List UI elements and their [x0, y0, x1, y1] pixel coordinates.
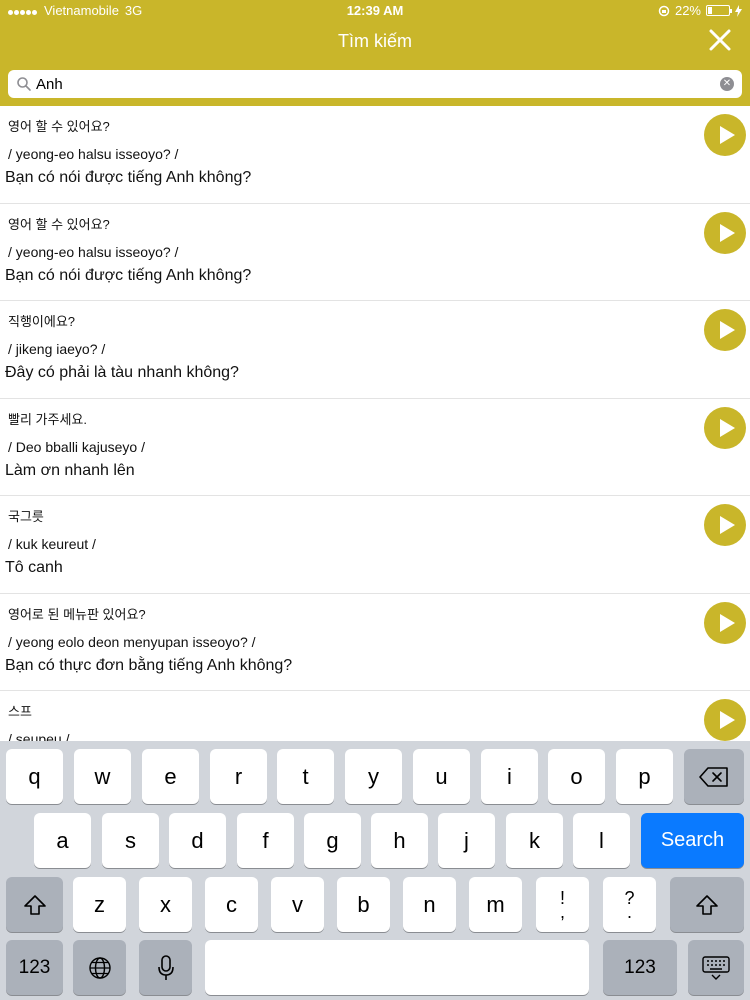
key-lower-char: .	[626, 901, 632, 922]
play-audio-icon[interactable]	[704, 504, 746, 546]
shift-key-right[interactable]	[670, 877, 744, 932]
app: Vietnamobile 3G 12:39 AM 22% Tìm kiếm ✕	[0, 0, 750, 1000]
page-title: Tìm kiếm	[338, 31, 412, 51]
clock: 12:39 AM	[346, 3, 404, 18]
key-h[interactable]: h	[371, 813, 428, 868]
key-lower-char: ,	[559, 901, 565, 922]
key-s[interactable]: s	[102, 813, 159, 868]
key-v[interactable]: v	[271, 877, 324, 932]
rotation-lock-icon	[658, 5, 670, 16]
korean-text: 영어 할 수 있어요?	[8, 216, 110, 232]
microphone-key[interactable]	[139, 940, 192, 995]
list-item[interactable]: 영어 할 수 있어요? / yeong-eo halsu isseoyo? / …	[0, 106, 750, 204]
list-item[interactable]: 국그릇 / kuk keureut / Tô canh	[0, 496, 750, 594]
search-bar[interactable]: ✕	[8, 70, 742, 98]
keyboard: q w e r t y u i o p a s d f g h j k l Se…	[0, 741, 750, 1000]
shift-key-left[interactable]	[6, 877, 63, 932]
key-u[interactable]: u	[413, 749, 470, 804]
key-question-period[interactable]: ?.	[603, 877, 656, 932]
backspace-key[interactable]	[684, 749, 744, 804]
romanization-text: / Deo bballi kajuseyo /	[8, 438, 145, 455]
search-icon	[17, 77, 31, 91]
key-b[interactable]: b	[337, 877, 390, 932]
vietnamese-text: Bạn có nói được tiếng Anh không?	[5, 266, 252, 284]
play-audio-icon[interactable]	[704, 309, 746, 351]
header: Vietnamobile 3G 12:39 AM 22% Tìm kiếm ✕	[0, 0, 750, 106]
battery-percent: 22%	[674, 3, 701, 18]
key-z[interactable]: z	[73, 877, 126, 932]
romanization-text: / seupeu /	[8, 731, 70, 741]
key-a[interactable]: a	[34, 813, 91, 868]
key-r[interactable]: r	[210, 749, 267, 804]
play-audio-icon[interactable]	[704, 601, 746, 644]
vietnamese-text: Bạn có thực đơn bằng tiếng Anh không?	[5, 656, 293, 674]
romanization-text: / yeong-eo halsu isseoyo? /	[8, 243, 179, 260]
search-key[interactable]: Search	[641, 813, 744, 868]
list-item[interactable]: 빨리 가주세요. / Deo bballi kajuseyo / Làm ơn …	[0, 399, 750, 496]
key-q[interactable]: q	[6, 749, 63, 804]
key-w[interactable]: w	[74, 749, 131, 804]
shift-icon	[23, 894, 46, 915]
clear-search-icon[interactable]: ✕	[720, 77, 734, 91]
key-l[interactable]: l	[573, 813, 630, 868]
korean-text: 영어로 된 메뉴판 있어요?	[8, 606, 146, 622]
status-bar: Vietnamobile 3G 12:39 AM 22%	[0, 0, 750, 22]
play-audio-icon[interactable]	[704, 406, 746, 449]
list-item[interactable]: 영어 할 수 있어요? / yeong-eo halsu isseoyo? / …	[0, 204, 750, 301]
key-i[interactable]: i	[481, 749, 538, 804]
charging-icon	[735, 4, 742, 17]
search-input[interactable]	[36, 73, 716, 95]
key-x[interactable]: x	[139, 877, 192, 932]
key-f[interactable]: f	[237, 813, 294, 868]
hide-keyboard-key[interactable]	[688, 940, 744, 995]
microphone-icon	[157, 954, 174, 980]
key-g[interactable]: g	[304, 813, 361, 868]
shift-icon	[696, 894, 718, 915]
key-e[interactable]: e	[142, 749, 199, 804]
play-audio-icon[interactable]	[704, 211, 746, 254]
korean-text: 직행이에요?	[8, 314, 76, 329]
play-audio-icon[interactable]	[704, 699, 746, 741]
globe-key[interactable]	[73, 940, 126, 995]
key-m[interactable]: m	[469, 877, 522, 932]
key-c[interactable]: c	[205, 877, 258, 932]
korean-text: 국그릇	[8, 509, 44, 524]
key-p[interactable]: p	[616, 749, 673, 804]
romanization-text: / yeong-eo halsu isseoyo? /	[8, 146, 179, 162]
korean-text: 빨리 가주세요.	[8, 411, 87, 427]
romanization-text: / kuk keureut /	[8, 536, 96, 552]
backspace-icon	[699, 766, 728, 787]
globe-icon	[88, 956, 111, 979]
key-y[interactable]: y	[345, 749, 402, 804]
list-item[interactable]: 스프 / seupeu /	[0, 691, 750, 741]
vietnamese-text: Đây có phải là tàu nhanh không?	[5, 364, 239, 381]
list-item[interactable]: 직행이에요? / jikeng iaeyo? / Đây có phải là …	[0, 301, 750, 399]
key-n[interactable]: n	[403, 877, 456, 932]
key-d[interactable]: d	[169, 813, 226, 868]
key-j[interactable]: j	[438, 813, 495, 868]
numbers-key-left[interactable]: 123	[6, 940, 63, 995]
romanization-text: / jikeng iaeyo? /	[8, 341, 106, 357]
space-key[interactable]	[205, 940, 589, 995]
korean-text: 스프	[8, 704, 32, 719]
list-item[interactable]: 영어로 된 메뉴판 있어요? / yeong eolo deon menyupa…	[0, 594, 750, 691]
play-audio-icon[interactable]	[704, 114, 746, 156]
status-right: 22%	[658, 3, 742, 18]
battery-icon	[706, 5, 732, 16]
key-k[interactable]: k	[506, 813, 563, 868]
vietnamese-text: Làm ơn nhanh lên	[5, 461, 135, 479]
results-list: 영어 할 수 있어요? / yeong-eo halsu isseoyo? / …	[0, 106, 750, 741]
romanization-text: / yeong eolo deon menyupan isseoyo? /	[8, 633, 256, 650]
numbers-key-right[interactable]: 123	[603, 940, 677, 995]
key-o[interactable]: o	[548, 749, 605, 804]
key-exclaim-comma[interactable]: !,	[536, 877, 589, 932]
vietnamese-text: Tô canh	[5, 559, 63, 576]
vietnamese-text: Bạn có nói được tiếng Anh không?	[5, 169, 252, 186]
close-icon[interactable]	[706, 26, 734, 54]
keyboard-hide-icon	[702, 955, 730, 980]
korean-text: 영어 할 수 있어요?	[8, 119, 110, 134]
key-t[interactable]: t	[277, 749, 334, 804]
